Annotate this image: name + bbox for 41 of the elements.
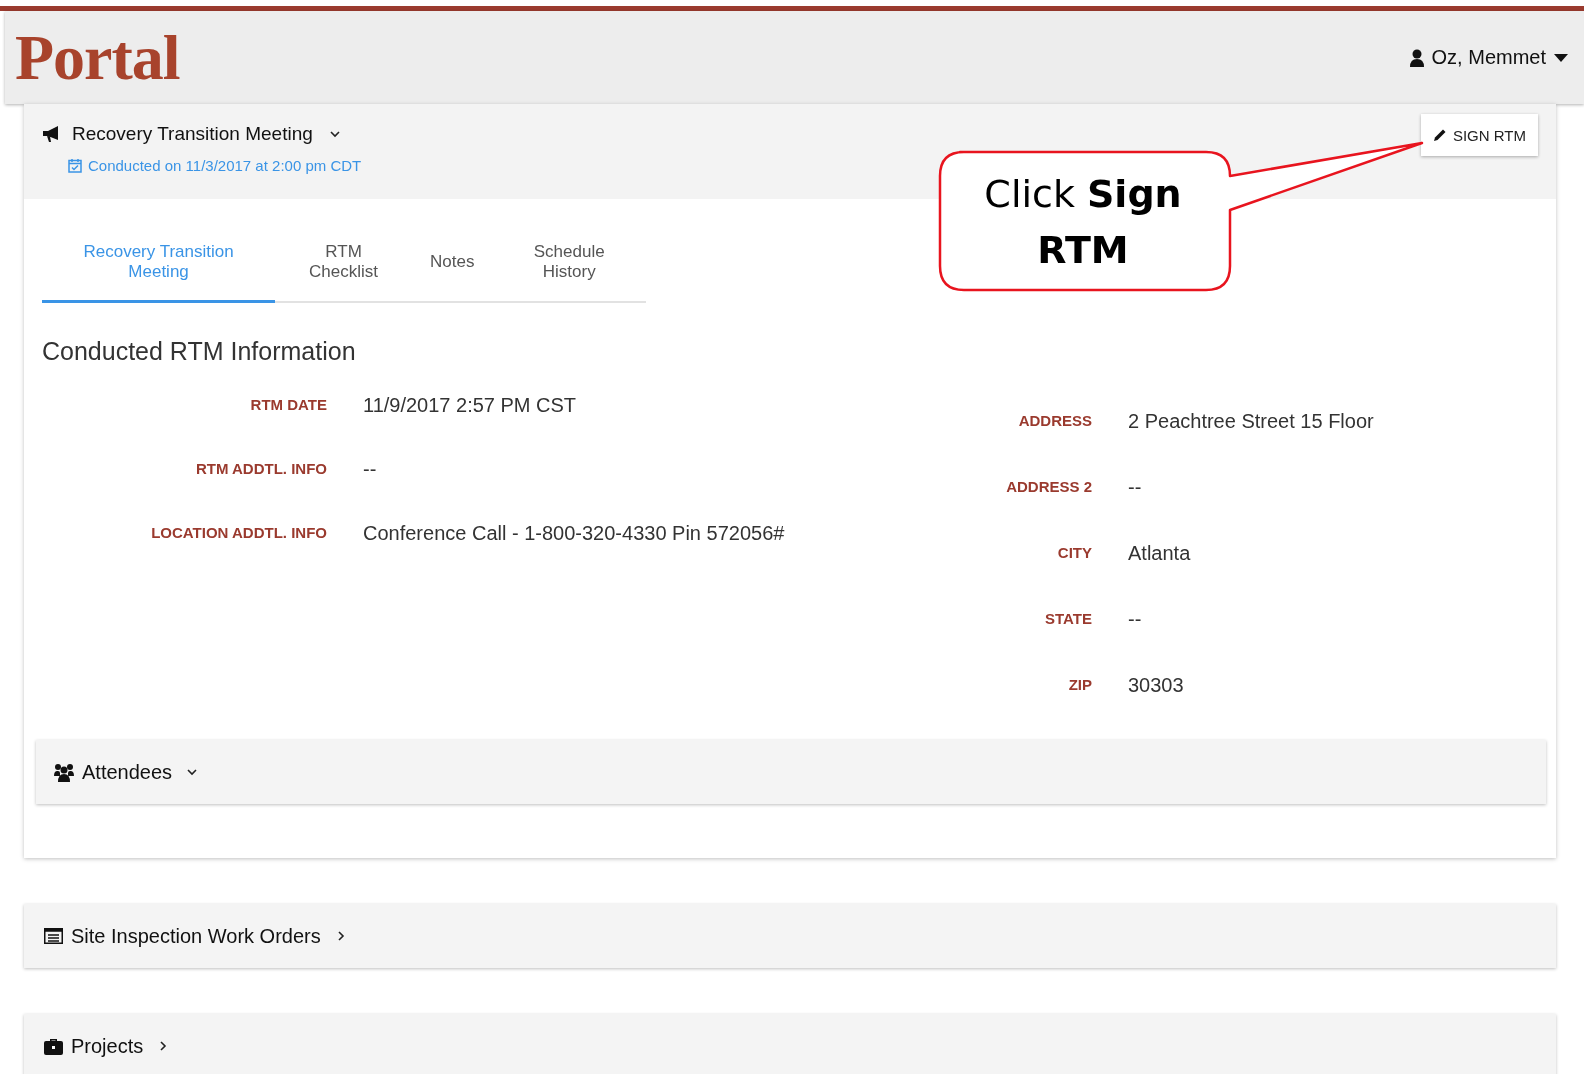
- field-value: 11/9/2017 2:57 PM CST: [363, 393, 578, 418]
- chevron-down-icon[interactable]: [186, 766, 199, 778]
- field-value: --: [1128, 607, 1143, 632]
- field-label: RTM ADDTL. INFO: [194, 459, 327, 479]
- field-value: 30303: [1128, 673, 1185, 698]
- field-label: ZIP: [1067, 675, 1092, 695]
- field-label: LOCATION ADDTL. INFO: [150, 523, 327, 543]
- field-label: STATE: [1044, 609, 1092, 629]
- section-title: Conducted RTM Information: [42, 337, 357, 366]
- list-icon: [44, 928, 63, 944]
- panel-title: Projects: [71, 1034, 144, 1058]
- field-value: Atlanta: [1128, 541, 1192, 566]
- calendar-check-icon: [68, 158, 82, 173]
- people-icon: [54, 762, 74, 782]
- user-icon: [1409, 48, 1424, 67]
- site-inspection-panel[interactable]: Site Inspection Work Orders: [24, 904, 1556, 968]
- field-label: CITY: [1056, 543, 1092, 563]
- field-value: --: [363, 457, 378, 482]
- panel-title: Site Inspection Work Orders: [71, 924, 321, 948]
- tab[interactable]: Notes: [412, 227, 493, 303]
- tab[interactable]: RTM Checklist: [275, 227, 412, 303]
- panel-title: Attendees: [82, 760, 173, 784]
- field-value: 2 Peachtree Street 15 Floor: [1128, 409, 1374, 434]
- attendees-panel[interactable]: Attendees: [36, 740, 1546, 804]
- portal-logo[interactable]: Portal: [15, 20, 180, 95]
- caret-icon[interactable]: [1554, 53, 1568, 62]
- field-label: ADDRESS: [1017, 411, 1092, 431]
- sign-rtm-button[interactable]: SIGN RTM: [1420, 114, 1538, 156]
- field-label: ADDRESS 2: [1005, 477, 1092, 497]
- field-label: RTM DATE: [249, 395, 327, 415]
- chevron-down-icon[interactable]: [328, 128, 341, 140]
- tab[interactable]: Schedule History: [492, 227, 646, 303]
- callout-text: Click Sign RTM: [983, 171, 1183, 274]
- conducted-date: Conducted on 11/3/2017 at 2:00 pm CDT: [88, 157, 362, 174]
- briefcase-icon: [44, 1037, 63, 1055]
- user-name[interactable]: Oz, Memmet: [1431, 46, 1546, 69]
- field-value: Conference Call - 1-800-320-4330 Pin 572056#: [363, 521, 786, 546]
- pencil-icon: [1432, 128, 1447, 142]
- projects-panel[interactable]: Projects: [24, 1014, 1556, 1074]
- field-value: --: [1128, 475, 1143, 500]
- meeting-title: Recovery Transition Meeting: [72, 123, 313, 145]
